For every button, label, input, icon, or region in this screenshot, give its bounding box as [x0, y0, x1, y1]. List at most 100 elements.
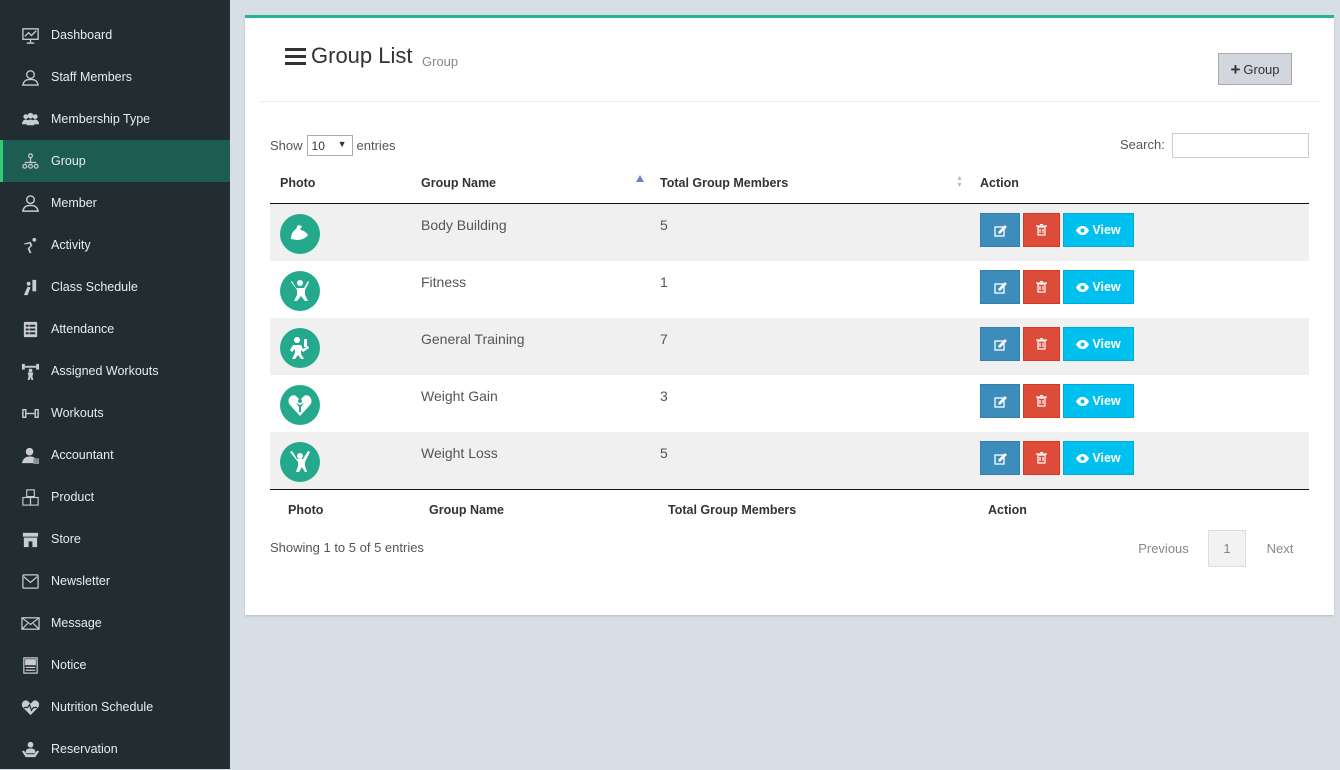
sidebar-item-class-schedule[interactable]: Class Schedule: [0, 266, 230, 308]
sidebar-item-label: Class Schedule: [51, 280, 138, 294]
trash-icon: [1036, 395, 1047, 407]
sidebar-item-attendance[interactable]: Attendance: [0, 308, 230, 350]
sidebar-item-notice[interactable]: Notice: [0, 644, 230, 686]
group-members-count: 1: [660, 274, 668, 290]
view-label: View: [1092, 394, 1121, 408]
add-group-label: Group: [1243, 61, 1280, 77]
column-header-total-members[interactable]: Total Group Members: [660, 176, 788, 190]
column-header-group-name[interactable]: Group Name: [421, 176, 496, 190]
eye-icon: [1076, 396, 1090, 406]
sidebar-item-member[interactable]: Member: [0, 182, 230, 224]
previous-page-button[interactable]: Previous: [1125, 530, 1202, 567]
sidebar-item-staff-members[interactable]: Staff Members: [0, 56, 230, 98]
group-members-count: 3: [660, 388, 668, 404]
table-row: General Training 7 View: [270, 318, 1309, 375]
heart-icon: [20, 697, 40, 717]
delete-button[interactable]: [1023, 213, 1060, 247]
footer-header-photo: Photo: [288, 503, 324, 517]
view-button[interactable]: View: [1063, 441, 1134, 475]
view-label: View: [1092, 337, 1121, 351]
message-icon: [20, 613, 40, 633]
eye-icon: [1076, 282, 1090, 292]
activity-icon: [20, 235, 40, 255]
sort-ascending-icon: [636, 175, 644, 182]
group-name: Fitness: [421, 274, 467, 290]
sidebar-item-group[interactable]: Group: [0, 140, 230, 182]
sidebar-item-activity[interactable]: Activity: [0, 224, 230, 266]
reservation-icon: [20, 739, 40, 759]
sidebar-item-label: Accountant: [51, 448, 114, 462]
add-group-button[interactable]: + Group: [1218, 53, 1292, 85]
heart-person-icon: [280, 385, 320, 425]
entries-select[interactable]: 10 ▼: [306, 135, 353, 156]
edit-button[interactable]: [980, 384, 1020, 418]
sidebar-item-message[interactable]: Message: [0, 602, 230, 644]
next-page-button[interactable]: Next: [1255, 530, 1305, 567]
sidebar-item-dashboard[interactable]: Dashboard: [0, 14, 230, 56]
sidebar-item-label: Newsletter: [51, 574, 111, 588]
sidebar-item-label: Dashboard: [51, 28, 113, 42]
group-name: Weight Gain: [421, 388, 498, 404]
edit-icon: [993, 338, 1007, 351]
accountant-icon: [20, 445, 40, 465]
entries-value: 10: [311, 138, 325, 153]
footer-header-group-name: Group Name: [429, 503, 505, 517]
sidebar-item-assigned-workouts[interactable]: Assigned Workouts: [0, 350, 230, 392]
column-header-photo[interactable]: Photo: [280, 176, 315, 190]
sidebar-item-label: Store: [51, 532, 81, 546]
membership-icon: [20, 109, 40, 129]
sidebar-item-label: Notice: [51, 658, 87, 672]
sidebar-item-nutrition-schedule[interactable]: Nutrition Schedule: [0, 686, 230, 728]
sidebar-item-label: Nutrition Schedule: [51, 700, 154, 714]
edit-button[interactable]: [980, 327, 1020, 361]
edit-button[interactable]: [980, 441, 1020, 475]
sidebar-item-product[interactable]: Product: [0, 476, 230, 518]
product-icon: [20, 487, 40, 507]
edit-button[interactable]: [980, 213, 1020, 247]
sidebar-item-reservation[interactable]: Reservation: [0, 728, 230, 770]
edit-button[interactable]: [980, 270, 1020, 304]
page-title: Group List: [311, 43, 413, 68]
dashboard-icon: [20, 25, 40, 45]
sidebar-item-label: Assigned Workouts: [51, 364, 159, 378]
sidebar-item-accountant[interactable]: Accountant: [0, 434, 230, 476]
search-input[interactable]: [1172, 133, 1309, 158]
sidebar-item-label: Workouts: [51, 406, 104, 420]
store-icon: [20, 529, 40, 549]
sidebar-item-label: Message: [51, 616, 102, 630]
view-button[interactable]: View: [1063, 270, 1134, 304]
sort-both-icon: ▲ ▼: [956, 175, 963, 189]
sidebar-item-newsletter[interactable]: Newsletter: [0, 560, 230, 602]
view-button[interactable]: View: [1063, 213, 1134, 247]
view-label: View: [1092, 451, 1121, 465]
sidebar-item-membership-type[interactable]: Membership Type: [0, 98, 230, 140]
delete-button[interactable]: [1023, 327, 1060, 361]
sidebar-item-label: Product: [51, 490, 95, 504]
page-subtitle: Group: [422, 54, 459, 69]
footer-header-total-members: Total Group Members: [668, 503, 797, 517]
sidebar-item-label: Activity: [51, 238, 91, 252]
column-header-action: Action: [980, 176, 1019, 190]
delete-button[interactable]: [1023, 441, 1060, 475]
staff-icon: [20, 67, 40, 87]
page-1-button[interactable]: 1: [1208, 530, 1246, 567]
notice-icon: [20, 655, 40, 675]
sidebar-item-label: Group: [51, 154, 86, 168]
trash-icon: [1036, 338, 1047, 350]
sidebar-item-store[interactable]: Store: [0, 518, 230, 560]
eye-icon: [1076, 453, 1090, 463]
sidebar-item-label: Staff Members: [51, 70, 133, 84]
group-members-count: 7: [660, 331, 668, 347]
delete-button[interactable]: [1023, 270, 1060, 304]
yoga-pose-icon: [280, 271, 320, 311]
view-button[interactable]: View: [1063, 384, 1134, 418]
sidebar-item-workouts[interactable]: Workouts: [0, 392, 230, 434]
group-list-panel: Group List Group + Group Show 10 ▼ entri…: [245, 15, 1334, 615]
view-label: View: [1092, 223, 1121, 237]
table-row: Weight Gain 3 View: [270, 375, 1309, 432]
delete-button[interactable]: [1023, 384, 1060, 418]
sidebar-item-label: Attendance: [51, 322, 115, 336]
table-row: Fitness 1 View: [270, 261, 1309, 318]
view-button[interactable]: View: [1063, 327, 1134, 361]
group-name: Weight Loss: [421, 445, 498, 461]
